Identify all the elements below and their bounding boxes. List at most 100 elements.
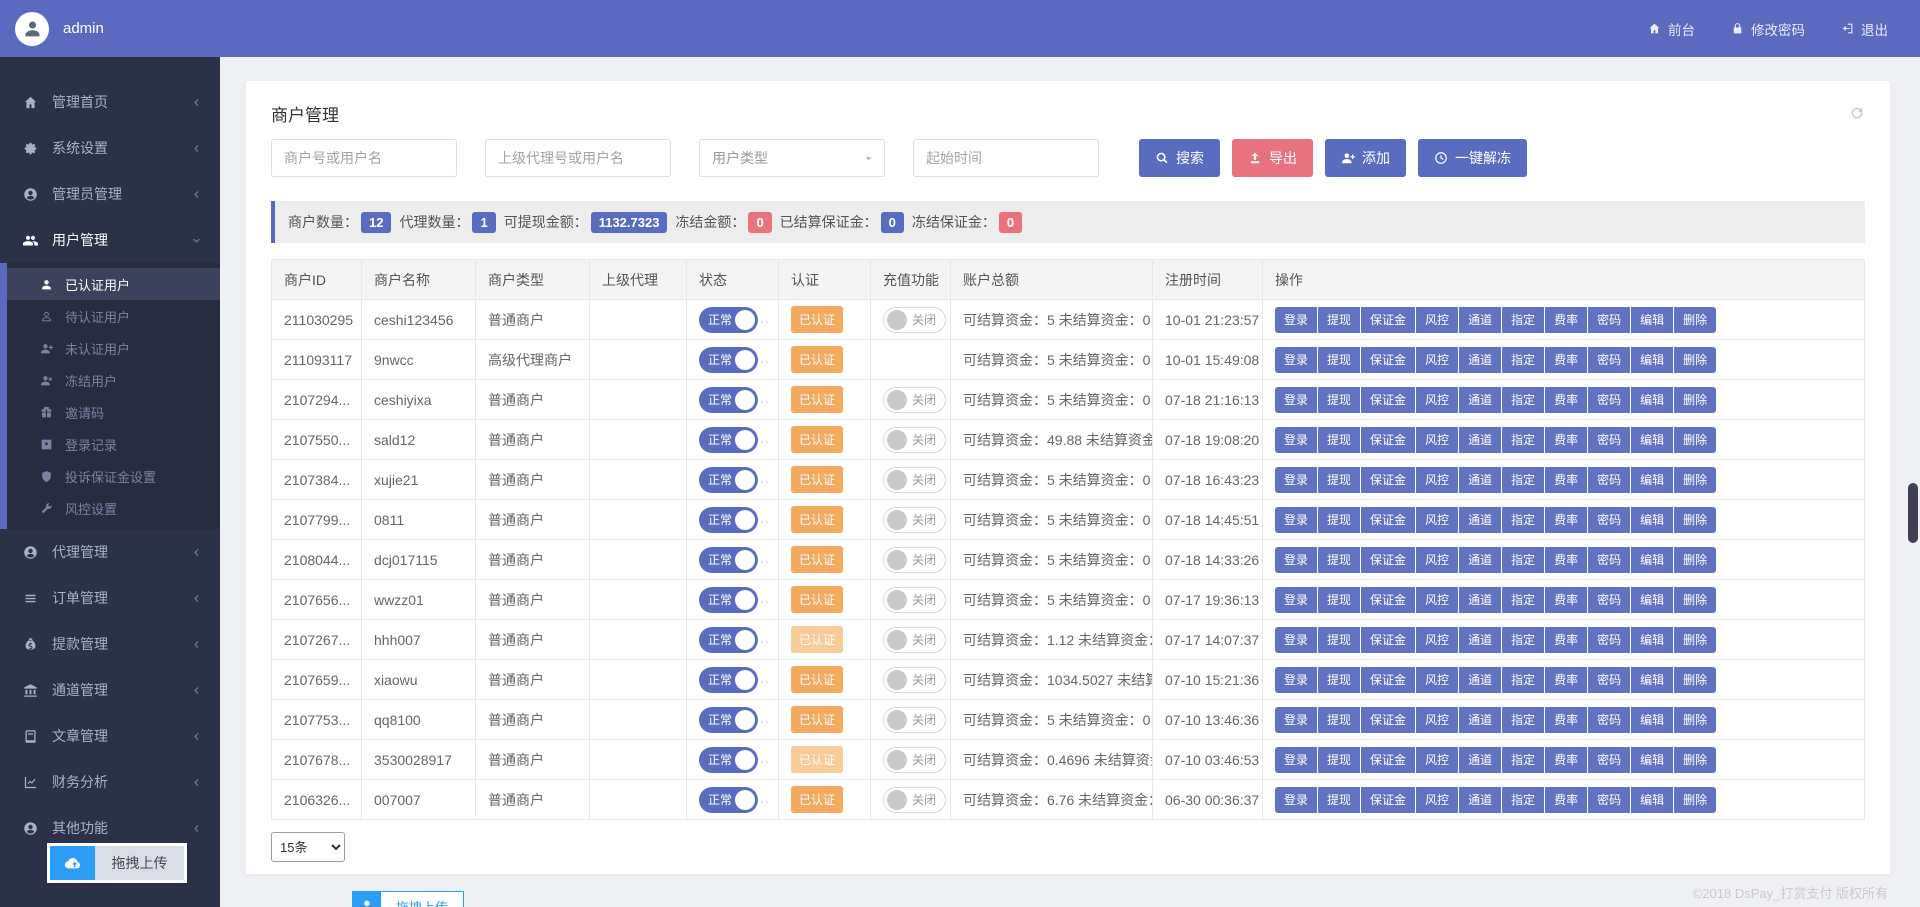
- recharge-toggle[interactable]: 关闭: [883, 787, 946, 813]
- user-type-select[interactable]: 用户类型: [699, 139, 885, 177]
- row-action-password[interactable]: 密码: [1588, 507, 1631, 533]
- status-toggle[interactable]: 正常: [699, 507, 758, 533]
- recharge-toggle[interactable]: 关闭: [883, 587, 946, 613]
- row-action-password[interactable]: 密码: [1588, 627, 1631, 653]
- topbar-link-lock[interactable]: 修改密码: [1731, 19, 1805, 39]
- row-action-channel[interactable]: 通道: [1459, 307, 1502, 333]
- recharge-toggle[interactable]: 关闭: [883, 547, 946, 573]
- row-action-rate[interactable]: 费率: [1545, 347, 1588, 373]
- row-action-assign[interactable]: 指定: [1502, 707, 1545, 733]
- row-action-assign[interactable]: 指定: [1502, 627, 1545, 653]
- row-action-rate[interactable]: 费率: [1545, 667, 1588, 693]
- recharge-toggle[interactable]: 关闭: [883, 667, 946, 693]
- page-size-select[interactable]: 15条: [271, 832, 345, 862]
- status-toggle[interactable]: 正常: [699, 707, 758, 733]
- row-action-edit[interactable]: 编辑: [1631, 587, 1674, 613]
- row-action-withdraw[interactable]: 提现: [1318, 387, 1361, 413]
- row-action-deposit[interactable]: 保证金: [1361, 587, 1416, 613]
- row-action-risk[interactable]: 风控: [1416, 707, 1459, 733]
- row-action-login[interactable]: 登录: [1275, 627, 1318, 653]
- row-action-withdraw[interactable]: 提现: [1318, 547, 1361, 573]
- row-action-withdraw[interactable]: 提现: [1318, 787, 1361, 813]
- row-action-deposit[interactable]: 保证金: [1361, 787, 1416, 813]
- row-action-login[interactable]: 登录: [1275, 747, 1318, 773]
- row-action-edit[interactable]: 编辑: [1631, 787, 1674, 813]
- row-action-edit[interactable]: 编辑: [1631, 627, 1674, 653]
- sidebar-item[interactable]: 文章管理: [0, 713, 220, 759]
- row-action-deposit[interactable]: 保证金: [1361, 427, 1416, 453]
- start-time-input[interactable]: [913, 139, 1099, 177]
- row-action-edit[interactable]: 编辑: [1631, 387, 1674, 413]
- status-toggle[interactable]: 正常: [699, 347, 758, 373]
- row-action-login[interactable]: 登录: [1275, 387, 1318, 413]
- row-action-login[interactable]: 登录: [1275, 347, 1318, 373]
- row-action-withdraw[interactable]: 提现: [1318, 507, 1361, 533]
- row-action-delete[interactable]: 删除: [1674, 627, 1716, 653]
- row-action-edit[interactable]: 编辑: [1631, 427, 1674, 453]
- recharge-toggle[interactable]: 关闭: [883, 387, 946, 413]
- row-action-login[interactable]: 登录: [1275, 587, 1318, 613]
- sidebar-item[interactable]: 管理首页: [0, 79, 220, 125]
- row-action-channel[interactable]: 通道: [1459, 467, 1502, 493]
- row-action-password[interactable]: 密码: [1588, 707, 1631, 733]
- row-action-rate[interactable]: 费率: [1545, 707, 1588, 733]
- row-action-rate[interactable]: 费率: [1545, 747, 1588, 773]
- recharge-toggle[interactable]: 关闭: [883, 307, 946, 333]
- sidebar-item[interactable]: 提款管理: [0, 621, 220, 667]
- refresh-icon[interactable]: [1849, 105, 1865, 121]
- row-action-assign[interactable]: 指定: [1502, 387, 1545, 413]
- row-action-rate[interactable]: 费率: [1545, 387, 1588, 413]
- status-toggle[interactable]: 正常: [699, 627, 758, 653]
- row-action-risk[interactable]: 风控: [1416, 427, 1459, 453]
- add-button[interactable]: 添加: [1325, 139, 1406, 177]
- row-action-channel[interactable]: 通道: [1459, 387, 1502, 413]
- row-action-rate[interactable]: 费率: [1545, 307, 1588, 333]
- row-action-rate[interactable]: 费率: [1545, 787, 1588, 813]
- sidebar-subitem[interactable]: 未认证用户: [7, 332, 220, 364]
- agent-search-input[interactable]: [485, 139, 671, 177]
- topbar-link-logout[interactable]: 退出: [1841, 19, 1888, 39]
- row-action-channel[interactable]: 通道: [1459, 507, 1502, 533]
- sidebar-item[interactable]: 用户管理: [0, 217, 220, 263]
- row-action-delete[interactable]: 删除: [1674, 747, 1716, 773]
- merchant-search-input[interactable]: [271, 139, 457, 177]
- sidebar-item[interactable]: 订单管理: [0, 575, 220, 621]
- recharge-toggle[interactable]: 关闭: [883, 427, 946, 453]
- row-action-password[interactable]: 密码: [1588, 427, 1631, 453]
- row-action-login[interactable]: 登录: [1275, 507, 1318, 533]
- row-action-rate[interactable]: 费率: [1545, 467, 1588, 493]
- export-button[interactable]: 导出: [1232, 139, 1313, 177]
- row-action-login[interactable]: 登录: [1275, 467, 1318, 493]
- row-action-withdraw[interactable]: 提现: [1318, 307, 1361, 333]
- sidebar-subitem[interactable]: 投诉保证金设置: [7, 460, 220, 492]
- status-toggle[interactable]: 正常: [699, 747, 758, 773]
- row-action-risk[interactable]: 风控: [1416, 507, 1459, 533]
- row-action-deposit[interactable]: 保证金: [1361, 507, 1416, 533]
- status-toggle[interactable]: 正常: [699, 387, 758, 413]
- row-action-edit[interactable]: 编辑: [1631, 307, 1674, 333]
- row-action-deposit[interactable]: 保证金: [1361, 627, 1416, 653]
- recharge-toggle[interactable]: 关闭: [883, 707, 946, 733]
- row-action-delete[interactable]: 删除: [1674, 587, 1716, 613]
- unfreeze-all-button[interactable]: 一键解冻: [1418, 139, 1527, 177]
- row-action-channel[interactable]: 通道: [1459, 547, 1502, 573]
- row-action-risk[interactable]: 风控: [1416, 467, 1459, 493]
- row-action-risk[interactable]: 风控: [1416, 547, 1459, 573]
- row-action-withdraw[interactable]: 提现: [1318, 747, 1361, 773]
- row-action-password[interactable]: 密码: [1588, 547, 1631, 573]
- row-action-rate[interactable]: 费率: [1545, 507, 1588, 533]
- row-action-risk[interactable]: 风控: [1416, 787, 1459, 813]
- recharge-toggle[interactable]: 关闭: [883, 507, 946, 533]
- row-action-assign[interactable]: 指定: [1502, 427, 1545, 453]
- row-action-password[interactable]: 密码: [1588, 307, 1631, 333]
- row-action-channel[interactable]: 通道: [1459, 787, 1502, 813]
- status-toggle[interactable]: 正常: [699, 307, 758, 333]
- row-action-assign[interactable]: 指定: [1502, 667, 1545, 693]
- row-action-delete[interactable]: 删除: [1674, 387, 1716, 413]
- recharge-toggle[interactable]: 关闭: [883, 747, 946, 773]
- drag-upload-widget-sidebar[interactable]: 拖拽上传: [47, 843, 187, 883]
- sidebar-subitem[interactable]: 冻结用户: [7, 364, 220, 396]
- row-action-channel[interactable]: 通道: [1459, 667, 1502, 693]
- row-action-edit[interactable]: 编辑: [1631, 467, 1674, 493]
- row-action-edit[interactable]: 编辑: [1631, 707, 1674, 733]
